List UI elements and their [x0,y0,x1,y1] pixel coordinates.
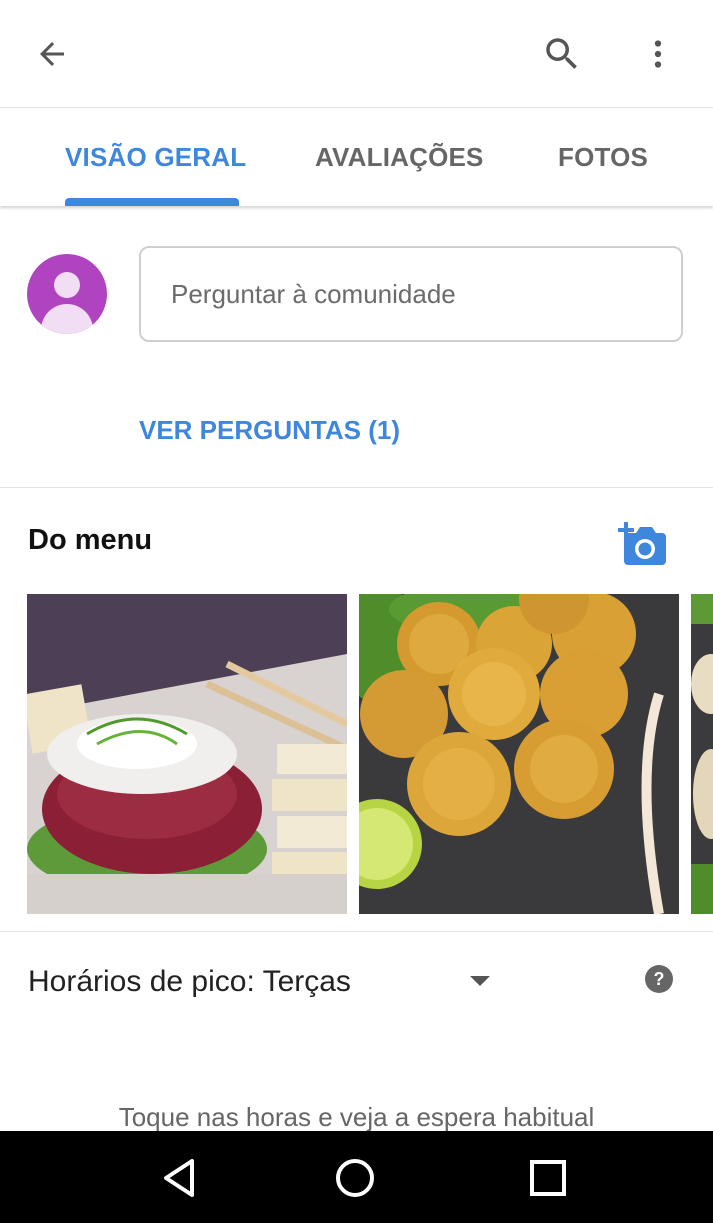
tab-photos[interactable]: FOTOS [558,142,648,173]
nav-recents-button[interactable] [518,1153,578,1203]
tab-indicator [65,198,239,206]
help-icon: ? [645,965,673,993]
nav-back-button[interactable] [150,1153,210,1203]
help-button[interactable]: ? [644,964,674,994]
tab-overview[interactable]: VISÃO GERAL [65,142,246,173]
add-a-photo-icon [618,522,666,565]
tab-reviews[interactable]: AVALIAÇÕES [315,142,484,173]
tab-bar: VISÃO GERAL AVALIAÇÕES FOTOS [0,108,713,206]
arrow-back-icon [40,42,64,66]
peak-hours-row: Horários de pico: Terças ? [0,940,713,1020]
more-options-button[interactable] [630,24,686,84]
divider [0,487,713,488]
nav-back-icon [164,1159,194,1197]
ask-community-input[interactable] [139,246,683,342]
top-app-bar [0,0,713,108]
divider [0,931,713,932]
search-button[interactable] [532,24,592,84]
add-photo-button[interactable] [614,520,670,570]
arrow-drop-down-icon [470,976,490,986]
nav-recents-icon [530,1160,566,1196]
avatar [27,254,107,334]
more-vert-icon [654,40,662,68]
system-nav-bar [0,1131,713,1223]
nav-home-icon [336,1159,374,1197]
back-button[interactable] [22,24,82,84]
peak-hours-hint: Toque nas horas e veja a espera habitual [118,1102,595,1132]
croquettes-photo[interactable] [359,594,679,914]
svg-text:?: ? [654,969,665,989]
day-dropdown-button[interactable] [460,964,500,998]
tuna-tartare-photo[interactable] [27,594,347,914]
see-questions-button[interactable]: VER PERGUNTAS (1) [139,415,400,446]
peak-hours-label: Horários de pico: Terças [28,965,351,998]
search-icon [546,38,577,69]
partial-dish-photo[interactable] [691,594,713,914]
nav-home-button[interactable] [325,1153,385,1203]
menu-section-title: Do menu [28,524,153,556]
